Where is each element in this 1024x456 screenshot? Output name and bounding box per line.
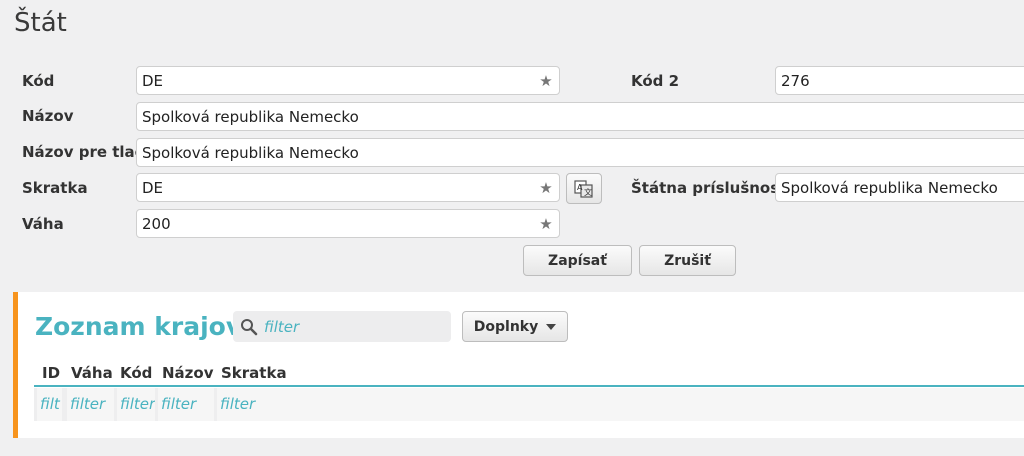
abbreviation-field[interactable]: DE ★ <box>136 173 560 202</box>
nationality-value: Spolková republika Nemecko <box>781 178 998 197</box>
code2-value: 276 <box>781 71 810 90</box>
translate-button[interactable]: A 文 <box>566 173 602 204</box>
filter-input-abbreviation[interactable]: filter <box>217 388 1024 421</box>
filter-input-id[interactable]: filt <box>37 388 62 421</box>
translate-icon: A 文 <box>574 179 593 198</box>
filter-input-code[interactable]: filter <box>117 388 155 421</box>
print-name-field[interactable]: Spolková republika Nemecko <box>136 138 1024 167</box>
code-label: Kód <box>22 72 55 90</box>
cancel-button[interactable]: Zrušiť <box>639 245 736 276</box>
weight-value: 200 <box>142 214 171 233</box>
regions-panel: Zoznam krajov filter Doplnky ID Váha Kód… <box>13 292 1024 438</box>
column-header-abbreviation[interactable]: Skratka <box>221 364 287 382</box>
weight-label: Váha <box>22 215 64 233</box>
filter-input-weight[interactable]: filter <box>67 388 114 421</box>
code2-label: Kód 2 <box>631 72 680 90</box>
regions-title: Zoznam krajov <box>35 312 243 341</box>
abbreviation-label: Skratka <box>22 179 88 197</box>
column-header-weight[interactable]: Váha <box>71 364 113 382</box>
regions-search-input[interactable]: filter <box>233 311 451 342</box>
search-icon <box>241 318 258 335</box>
addons-dropdown-button[interactable]: Doplnky <box>462 311 568 342</box>
code2-field[interactable]: 276 <box>775 66 1024 95</box>
column-header-name[interactable]: Názov <box>162 364 214 382</box>
weight-field[interactable]: 200 ★ <box>136 209 560 238</box>
addons-label: Doplnky <box>473 318 539 335</box>
code-field[interactable]: DE ★ <box>136 66 560 95</box>
print-name-value: Spolková republika Nemecko <box>142 143 359 162</box>
name-field[interactable]: Spolková republika Nemecko <box>136 102 1024 131</box>
nationality-field[interactable]: Spolková republika Nemecko <box>775 173 1024 202</box>
caret-down-icon <box>546 323 557 330</box>
svg-text:文: 文 <box>584 187 592 197</box>
save-button[interactable]: Zapísať <box>523 245 632 276</box>
star-icon[interactable]: ★ <box>533 72 559 90</box>
column-header-id[interactable]: ID <box>42 364 60 382</box>
table-header-divider <box>34 385 1024 387</box>
star-icon[interactable]: ★ <box>533 179 559 197</box>
regions-search-placeholder: filter <box>264 317 300 336</box>
star-icon[interactable]: ★ <box>533 215 559 233</box>
name-value: Spolková republika Nemecko <box>142 107 359 126</box>
print-name-label: Názov pre tlač <box>22 143 144 161</box>
column-header-code[interactable]: Kód <box>120 364 152 382</box>
abbreviation-value: DE <box>142 178 164 197</box>
code-value: DE <box>142 71 164 90</box>
nationality-label: Štátna príslušnosť <box>631 179 787 197</box>
svg-text:A: A <box>577 183 583 192</box>
name-label: Názov <box>22 107 74 125</box>
table-filter-row: filt filter filter filter filter <box>34 388 1024 421</box>
filter-input-name[interactable]: filter <box>158 388 214 421</box>
page-title: Štát <box>14 8 67 38</box>
